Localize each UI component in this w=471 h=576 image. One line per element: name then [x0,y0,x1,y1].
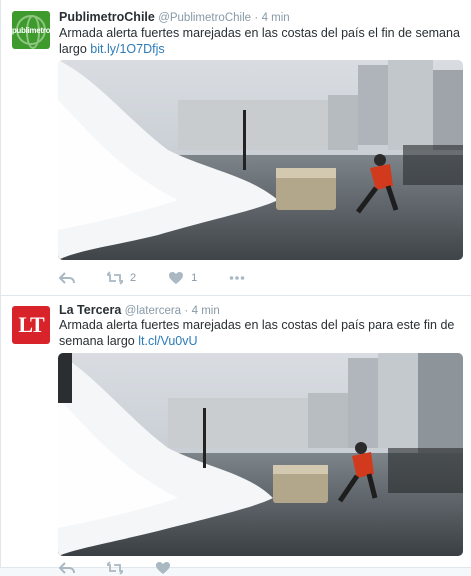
heart-icon [169,272,184,284]
avatar[interactable]: LT [12,306,50,344]
reply-icon [59,272,75,284]
more-icon [229,276,245,280]
tweet-photo[interactable] [58,60,463,260]
separator-dot: · [254,12,259,24]
retweet-icon [107,271,123,285]
tweet-header: La Tercera @latercera · 4 min [59,303,220,317]
tweet-text: Armada alerta fuertes marejadas en las c… [59,317,464,349]
retweet-button[interactable] [107,561,123,575]
retweet-button[interactable]: 2 [107,271,136,285]
tweet-link[interactable]: lt.cl/Vu0vU [138,334,197,348]
avatar[interactable]: publimetro [12,11,50,49]
tweet-text: Armada alerta fuertes marejadas en las c… [59,25,464,57]
author-handle[interactable]: @latercera [125,305,181,317]
wave-photo [58,353,463,556]
tweet-photo[interactable] [58,353,463,556]
tweet-link[interactable]: bit.ly/1O7Dfjs [90,42,164,56]
heart-icon [156,562,170,574]
avatar-logo-text: LT [18,312,44,337]
separator-dot: · [184,305,189,317]
retweet-icon [107,561,123,575]
timeline: publimetro PublimetroChile @PublimetroCh… [0,0,471,575]
reply-button[interactable] [59,271,75,285]
tweet-actions [59,560,203,576]
timestamp[interactable]: 4 min [192,305,220,317]
like-count: 1 [191,272,198,284]
tweet[interactable]: LT La Tercera @latercera · 4 min Armada … [1,296,471,575]
retweet-count: 2 [130,272,137,284]
author-handle[interactable]: @PublimetroChile [158,12,251,24]
author-name[interactable]: La Tercera [59,303,121,317]
wave-photo [58,60,463,260]
more-button[interactable] [229,271,245,285]
avatar-logo-text: publimetro [12,25,50,35]
tweet-body: Armada alerta fuertes marejadas en las c… [59,318,455,348]
author-name[interactable]: PublimetroChile [59,10,155,24]
like-button[interactable] [155,561,171,575]
timestamp[interactable]: 4 min [262,12,290,24]
reply-icon [59,562,75,574]
like-button[interactable]: 1 [168,271,197,285]
reply-button[interactable] [59,561,75,575]
tweet[interactable]: publimetro PublimetroChile @PublimetroCh… [1,0,471,296]
tweet-header: PublimetroChile @PublimetroChile · 4 min [59,10,290,24]
tweet-actions: 2 1 [59,270,277,286]
